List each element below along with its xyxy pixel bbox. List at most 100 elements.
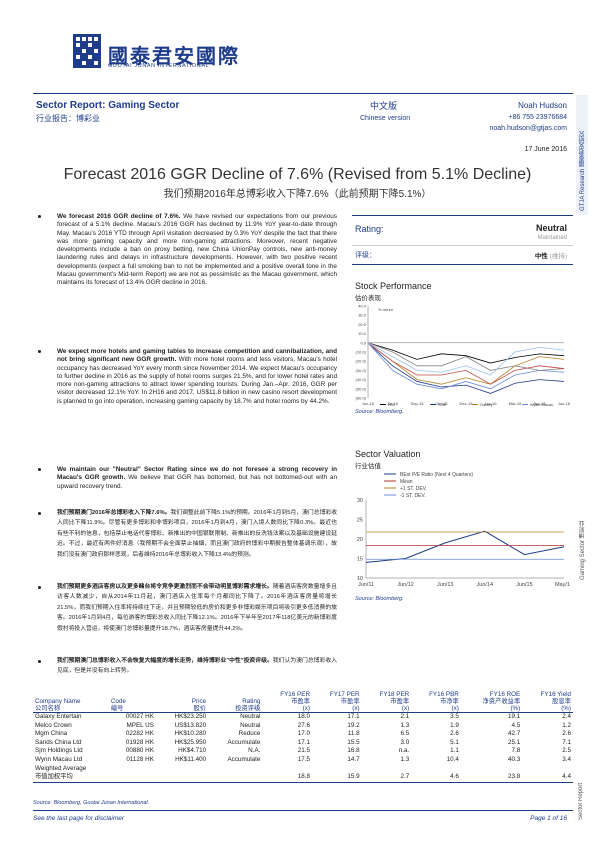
paragraph-2-text: With more hotel rooms and less visitors,… [57, 356, 337, 405]
table-cell: 3.4 [562, 755, 571, 763]
column-header-line: (x) [451, 705, 459, 712]
chinese-version-link-en[interactable]: Chinese version [360, 115, 410, 122]
column-header-line: 公司名称 [35, 705, 61, 712]
table-cell: 7.8 [511, 747, 521, 755]
table-cell: 17.1 [347, 713, 360, 720]
table-cell: N.A. [248, 747, 261, 755]
x-tick-label: Mar-16 [509, 401, 522, 406]
average-cell: 4.4 [522, 773, 573, 783]
table-row: Galaxy Entertain 00027 HK HK$23.250 Neutral… [33, 713, 573, 722]
table-cell: 25.1 [507, 738, 521, 746]
table-cell: 5.1 [450, 738, 459, 746]
y-tick-label: 20 [357, 537, 363, 543]
analyst-phone: +86 755 23976684 [508, 114, 567, 121]
table-cell: n.a. [398, 747, 410, 755]
rating-label-cn: 评级： [355, 252, 376, 259]
column-header-line: Price [191, 698, 207, 705]
table-cell: 2.5 [562, 747, 571, 755]
y-tick-label: 20.0 [358, 322, 367, 327]
table-cell: Reduce [238, 730, 261, 738]
series-line [367, 342, 565, 371]
paragraph-cn-1: 我们预期澳门2016年总博彩收入下降7.6%。我们调整此前下降5.1%的预期。2… [57, 508, 337, 560]
paragraph-1: We forecast 2016 GGR decline of 7.6%. We… [57, 213, 337, 288]
table-row-average: 市值加权平均 18.8 15.9 2.7 4.6 23.8 4.4 [33, 773, 573, 783]
stock-performance-chart: 40.0 30.0 20.0 10.0 0.0 (10.0) (20.0) (30.0) (40… [356, 304, 570, 408]
y-tick-label: 10.0 [358, 331, 367, 336]
table-cell: 4.5 [511, 721, 521, 729]
chinese-version-link[interactable]: 中文版 [370, 99, 397, 112]
column-header-line: (%) [510, 705, 521, 712]
table-cell: Neutral [240, 721, 261, 729]
table-cell: 19.1 [507, 713, 521, 720]
average-label: Weighted Average [35, 764, 87, 772]
rating-label: Rating: [355, 224, 384, 234]
table-cell: 11.8 [347, 730, 360, 738]
legend-label: Wynn Macau [530, 402, 553, 407]
legend-label: -1 ST. DEV. [400, 493, 426, 499]
column-header: FY16 PER 市盈率 (x) [262, 691, 312, 713]
x-tick-label: Jun/13 [437, 582, 454, 588]
sector-valuation-chart: 3025201510Jun/11 Jun/12 Jun/13 Jun/14 Jun/15… [357, 472, 570, 588]
paragraph-cn-1-lead: 我们预期澳门2016年总博彩收入下降7.6%。 [57, 510, 171, 516]
paragraph-cn-3-lead: 我们预期澳门总博彩收入不会恢复大幅度的增长走势，维持博彩业"中性"投资评级。 [57, 658, 273, 664]
table-cell: 7.1 [562, 738, 571, 746]
average-cell: 23.8 [460, 773, 523, 783]
table-row: Sjm Holdings Ltd 00880 HK HK$4.710 N.A. 21.5… [33, 747, 573, 756]
table-cell: Galaxy Entertain [35, 713, 82, 720]
paragraph-cn-2-text: 随着酒店客房数量增多且访客人数减少，自从2014年11月起，澳门酒店入住率每个月… [57, 584, 337, 632]
y-tick-label: 30 [357, 498, 363, 504]
rating-sub: Maintained [537, 235, 567, 241]
logo-name-en: GUOTAI JUNAN INTERNATIONAL [108, 63, 210, 69]
x-tick-label: May/16 [555, 582, 570, 588]
report-date: 17 June 2016 [524, 146, 567, 153]
rating-sub-cn: (维持) [549, 253, 567, 260]
y-tick-label: 40.0 [358, 304, 367, 309]
rating-divider [352, 245, 573, 246]
table-cell: 3.0 [400, 738, 410, 746]
analyst-email[interactable]: noah.hudson@gtjas.com [489, 125, 567, 132]
stock-performance-title: Stock Performance [355, 281, 432, 291]
column-header-line: 股息率 [552, 698, 571, 705]
report-title: Sector Report: Gaming Sector [36, 100, 180, 111]
bullet-icon [37, 214, 43, 220]
column-header-line: 净资产收益率 [482, 698, 521, 705]
x-tick-label: Jun/12 [397, 582, 414, 588]
paragraph-1-text: We have revised our expectations from ou… [57, 213, 337, 287]
average-cell: 15.9 [312, 773, 362, 783]
bullet-icon [37, 659, 43, 665]
table-cell: 02282 HK [125, 730, 154, 738]
y-axis-label: % return [378, 307, 393, 312]
table-cell: 6.5 [400, 730, 410, 738]
footer-disclaimer: See the last page for disclaimer [33, 815, 125, 822]
y-tick-label: (50.0) [356, 386, 367, 391]
table-row: Wynn Macau Ltd 01128 HK HK$11.400 Accumulat… [33, 756, 573, 765]
average-cell: 18.8 [262, 773, 312, 783]
table-cell: 17.1 [297, 738, 310, 746]
bullet-icon [37, 349, 43, 355]
table-cell: Wynn Macau Ltd [35, 755, 83, 763]
table-cell: US$13.820 [174, 721, 207, 729]
table-cell: Neutral [240, 713, 261, 720]
y-tick-label: 30.0 [358, 313, 367, 318]
table-cell: 21.5 [297, 747, 310, 755]
table-cell: Accumulate [227, 755, 261, 763]
y-tick-label: (20.0) [356, 359, 367, 364]
table-cell: Melco Crown [35, 721, 72, 729]
column-header: FY18 PER 市盈率 (x) [361, 691, 412, 713]
table-cell: 40.3 [507, 755, 521, 763]
column-header-line: 投资评级 [235, 705, 261, 712]
paragraph-2: We expect more hotels and gaming tables … [57, 348, 337, 406]
average-cell: 2.7 [361, 773, 412, 783]
table-cell: Sjm Holdings Ltd [35, 747, 83, 755]
table-cell: Mgm China [35, 730, 68, 738]
paragraph-3: We maintain our "Neutral" Sector Rating … [57, 466, 337, 491]
table-cell: 2.6 [562, 730, 571, 738]
table-cell: 00027 HK [125, 713, 154, 720]
sidebar-middle-label: Gaming Sector 博彩业 [580, 520, 586, 580]
column-header-line: 市盈率 [291, 698, 310, 705]
sector-valuation-title: Sector Valuation [355, 449, 421, 459]
y-tick-label: (60.0) [356, 396, 367, 401]
column-header-line: 市净率 [439, 698, 459, 705]
column-header-line: FY17 PER [329, 691, 360, 698]
column-header-line: Code [110, 698, 126, 705]
